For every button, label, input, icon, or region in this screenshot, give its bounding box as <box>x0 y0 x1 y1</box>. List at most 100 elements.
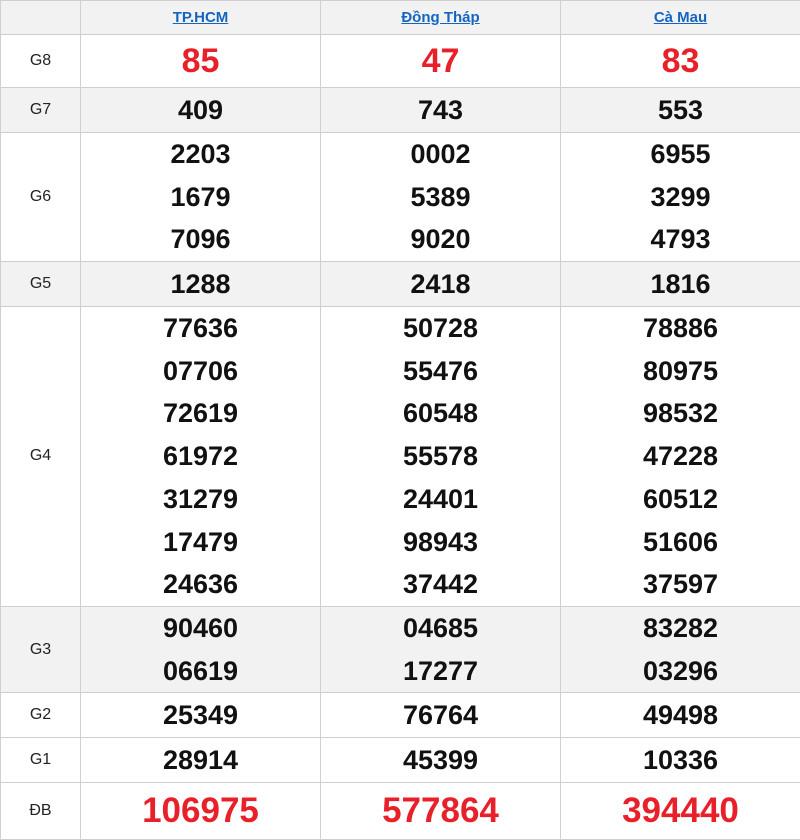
result-number: 80975 <box>561 350 800 393</box>
result-number: 50728 <box>321 307 560 350</box>
result-number: 2203 <box>81 133 320 176</box>
result-number: 07706 <box>81 350 320 393</box>
result-number: 28914 <box>81 738 320 782</box>
prize-label: ĐB <box>1 783 81 840</box>
result-number: 78886 <box>561 307 800 350</box>
prize-label: G2 <box>1 693 81 738</box>
result-number: 03296 <box>561 650 800 693</box>
result-number: 31279 <box>81 478 320 521</box>
result-number: 06619 <box>81 650 320 693</box>
result-number: 24636 <box>81 563 320 606</box>
prize-label: G1 <box>1 738 81 783</box>
result-number: 51606 <box>561 521 800 564</box>
result-number: 106975 <box>81 783 320 839</box>
result-number: 17277 <box>321 650 560 693</box>
province-header-cell: TP.HCM <box>81 1 321 35</box>
result-cell: 76764 <box>321 693 561 738</box>
prize-rows: G8854783G7409743553G62203167970960002538… <box>1 35 800 840</box>
result-number: 76764 <box>321 693 560 737</box>
result-number: 409 <box>81 88 320 132</box>
prize-row-g7: G7409743553 <box>1 88 800 133</box>
result-number: 4793 <box>561 218 800 261</box>
result-number: 47228 <box>561 435 800 478</box>
result-cell: 577864 <box>321 783 561 840</box>
prize-label: G6 <box>1 133 81 262</box>
prize-row-g1: G1289144539910336 <box>1 738 800 783</box>
result-number: 77636 <box>81 307 320 350</box>
result-cell: 25349 <box>81 693 321 738</box>
header-corner-cell <box>1 1 81 35</box>
result-cell: 83 <box>561 35 800 88</box>
result-cell: 220316797096 <box>81 133 321 262</box>
result-cell: 409 <box>81 88 321 133</box>
result-number: 5389 <box>321 176 560 219</box>
result-number: 61972 <box>81 435 320 478</box>
prize-label: G7 <box>1 88 81 133</box>
result-number: 90460 <box>81 607 320 650</box>
result-number: 47 <box>321 35 560 87</box>
province-link-ca-mau[interactable]: Cà Mau <box>654 9 707 26</box>
result-number: 553 <box>561 88 800 132</box>
result-cell: 743 <box>321 88 561 133</box>
result-number: 85 <box>81 35 320 87</box>
result-cell: 9046006619 <box>81 606 321 692</box>
prize-row-g5: G5128824181816 <box>1 262 800 307</box>
result-number: 60548 <box>321 392 560 435</box>
result-cell: 1288 <box>81 262 321 307</box>
result-number: 25349 <box>81 693 320 737</box>
result-number: 3299 <box>561 176 800 219</box>
result-number: 0002 <box>321 133 560 176</box>
result-number: 24401 <box>321 478 560 521</box>
prize-row-g8: G8854783 <box>1 35 800 88</box>
prize-row-g6: G6220316797096000253899020695532994793 <box>1 133 800 262</box>
province-header-row: TP.HCM Đồng Tháp Cà Mau <box>1 1 800 35</box>
result-number: 83 <box>561 35 800 87</box>
result-number: 1816 <box>561 262 800 306</box>
result-cell: 106975 <box>81 783 321 840</box>
result-number: 9020 <box>321 218 560 261</box>
result-number: 83282 <box>561 607 800 650</box>
result-number: 10336 <box>561 738 800 782</box>
result-number: 17479 <box>81 521 320 564</box>
prize-label: G5 <box>1 262 81 307</box>
prize-label: G3 <box>1 606 81 692</box>
prize-row-g2: G2253497676449498 <box>1 693 800 738</box>
result-number: 7096 <box>81 218 320 261</box>
result-cell: 695532994793 <box>561 133 800 262</box>
result-number: 98943 <box>321 521 560 564</box>
result-cell: 1816 <box>561 262 800 307</box>
lottery-results-table: TP.HCM Đồng Tháp Cà Mau G8854783G7409743… <box>0 0 800 840</box>
result-number: 45399 <box>321 738 560 782</box>
result-number: 37597 <box>561 563 800 606</box>
result-cell: 50728554766054855578244019894337442 <box>321 307 561 607</box>
result-cell: 394440 <box>561 783 800 840</box>
province-link-dong-thap[interactable]: Đồng Tháp <box>401 9 479 26</box>
result-cell: 8328203296 <box>561 606 800 692</box>
result-number: 60512 <box>561 478 800 521</box>
result-cell: 000253899020 <box>321 133 561 262</box>
prize-row-g4: G477636077067261961972312791747924636507… <box>1 307 800 607</box>
province-header-cell: Đồng Tháp <box>321 1 561 35</box>
result-cell: 28914 <box>81 738 321 783</box>
result-number: 6955 <box>561 133 800 176</box>
province-header-cell: Cà Mau <box>561 1 800 35</box>
result-number: 577864 <box>321 783 560 839</box>
result-cell: 0468517277 <box>321 606 561 692</box>
result-number: 1288 <box>81 262 320 306</box>
result-number: 55476 <box>321 350 560 393</box>
result-number: 72619 <box>81 392 320 435</box>
result-number: 04685 <box>321 607 560 650</box>
result-cell: 553 <box>561 88 800 133</box>
province-link-tphcm[interactable]: TP.HCM <box>173 9 229 26</box>
result-cell: 85 <box>81 35 321 88</box>
prize-label: G4 <box>1 307 81 607</box>
result-number: 55578 <box>321 435 560 478</box>
result-cell: 45399 <box>321 738 561 783</box>
result-cell: 49498 <box>561 693 800 738</box>
prize-row-g3: G3904600661904685172778328203296 <box>1 606 800 692</box>
result-number: 2418 <box>321 262 560 306</box>
result-cell: 47 <box>321 35 561 88</box>
result-number: 743 <box>321 88 560 132</box>
result-number: 394440 <box>561 783 800 839</box>
result-number: 49498 <box>561 693 800 737</box>
